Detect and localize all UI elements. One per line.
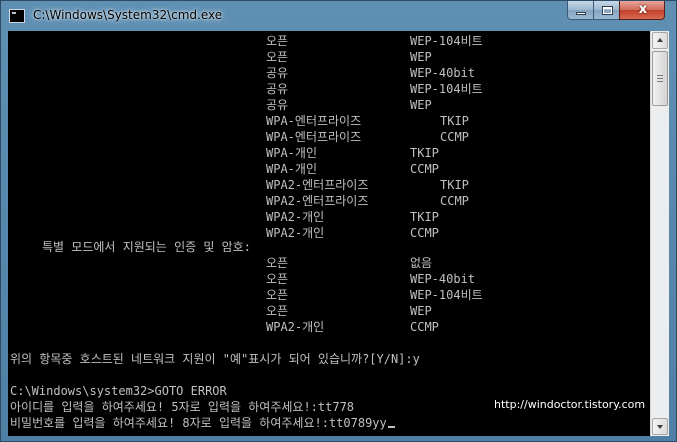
close-button[interactable]: x xyxy=(619,1,665,20)
cipher-type: WEP-104비트 xyxy=(410,82,483,96)
auth-method: WPA2-엔터프라이즈 xyxy=(266,178,369,192)
arrow-up-icon xyxy=(657,38,663,42)
close-icon: x xyxy=(638,2,648,17)
cipher-type: TKIP xyxy=(410,210,439,224)
cipher-type: TKIP xyxy=(410,146,439,160)
cipher-type: TKIP xyxy=(440,178,469,192)
minimize-button[interactable] xyxy=(567,1,594,20)
auth-method: 오픈 xyxy=(266,288,289,302)
password-input-line: 비밀번호를 입력을 하여주세요! 8자로 입력을 하여주세요!:tt0789yy xyxy=(8,415,395,431)
cipher-type: WEP-40bit xyxy=(410,66,476,80)
text-cursor xyxy=(387,426,395,428)
auth-method: WPA-엔터프라이즈 xyxy=(266,114,362,128)
auth-method: WPA2-개인 xyxy=(266,210,325,224)
scroll-down-button[interactable] xyxy=(652,418,668,435)
cipher-type: WEP xyxy=(410,98,432,112)
auth-method: WPA-개인 xyxy=(266,162,317,176)
auth-method: 오픈 xyxy=(266,272,289,286)
auth-method: 오픈 xyxy=(266,304,289,318)
prompt-line: C:\Windows\system32>GOTO ERROR xyxy=(8,383,227,399)
cipher-type: CCMP xyxy=(410,320,439,334)
prompt-text: C:\Windows\system32>GOTO ERROR xyxy=(10,384,227,398)
console-output[interactable]: 오픈 WEP-104비트 오픈 WEP 공유 WEP-40bit 공유 WEP-104비트 공유… xyxy=(8,31,650,436)
adhoc-header-line: 특별 모드에서 지원되는 인증 및 암호: xyxy=(8,239,251,255)
question-line: 위의 항목중 호스트된 네트워크 지원이 "예"표시가 되어 있습니까?[Y/N… xyxy=(8,351,420,367)
cmd-window: C:\Windows\System32\cmd.exe x 오픈 WEP-104비… xyxy=(0,0,677,442)
cipher-type: CCMP xyxy=(440,130,469,144)
grip-line-icon xyxy=(657,81,663,82)
auth-method: WPA2-개인 xyxy=(266,320,325,334)
cipher-type: WEP xyxy=(410,304,432,318)
auth-method: 공유 xyxy=(266,98,289,112)
window-title: C:\Windows\System32\cmd.exe xyxy=(33,8,223,22)
scroll-thumb[interactable] xyxy=(652,51,668,106)
cipher-type: CCMP xyxy=(410,226,439,240)
auth-method: WPA-엔터프라이즈 xyxy=(266,130,362,144)
maximize-icon xyxy=(602,6,613,15)
auth-method: 공유 xyxy=(266,66,289,80)
auth-method: WPA2-엔터프라이즈 xyxy=(266,194,369,208)
cmd-app-icon[interactable] xyxy=(9,9,25,23)
password-text: 비밀번호를 입력을 하여주세요! 8자로 입력을 하여주세요!:tt0789yy xyxy=(10,416,387,430)
cipher-type: 없음 xyxy=(410,256,433,270)
cipher-type: WEP-104비트 xyxy=(410,288,483,302)
password-input-text: 비밀번호를 입력을 하여주세요! 8자로 입력을 하여주세요!:tt0789yy xyxy=(10,415,395,431)
id-input-text: 아이디를 입력을 하여주세요! 5자로 입력을 하여주세요!:tt778 xyxy=(10,400,355,414)
auth-method: WPA-개인 xyxy=(266,146,317,160)
grip-line-icon xyxy=(657,75,663,76)
cipher-type: CCMP xyxy=(440,194,469,208)
title-bar[interactable]: C:\Windows\System32\cmd.exe x xyxy=(1,1,676,31)
cipher-type: WEP-104비트 xyxy=(410,34,483,48)
auth-method: 오픈 xyxy=(266,50,289,64)
vertical-scrollbar[interactable] xyxy=(650,31,669,436)
auth-method: WPA2-개인 xyxy=(266,226,325,240)
grip-line-icon xyxy=(657,78,663,79)
id-input-line: 아이디를 입력을 하여주세요! 5자로 입력을 하여주세요!:tt778 xyxy=(8,399,354,415)
scroll-up-button[interactable] xyxy=(652,32,668,49)
watermark-url: http://windoctor.tistory.com xyxy=(489,396,651,414)
cipher-type: TKIP xyxy=(440,114,469,128)
question-text: 위의 항목중 호스트된 네트워크 지원이 "예"표시가 되어 있습니까?[Y/N… xyxy=(10,352,420,366)
auth-method: 오픈 xyxy=(266,34,289,48)
cipher-type: CCMP xyxy=(410,162,439,176)
cipher-type: WEP xyxy=(410,50,432,64)
adhoc-header: 특별 모드에서 지원되는 인증 및 암호: xyxy=(42,240,251,254)
minimize-icon xyxy=(576,12,586,15)
maximize-button[interactable] xyxy=(593,1,620,20)
arrow-down-icon xyxy=(657,425,663,429)
cipher-type: WEP-40bit xyxy=(410,272,476,286)
auth-method: 오픈 xyxy=(266,256,289,270)
auth-method: 공유 xyxy=(266,82,289,96)
